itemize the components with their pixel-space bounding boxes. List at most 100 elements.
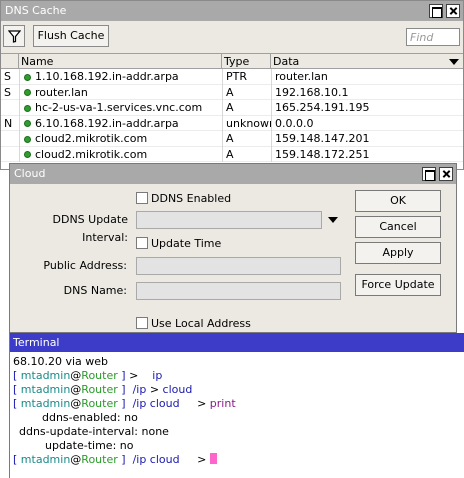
dns-cache-window: DNS Cache Flush Cache Name Type Data S xyxy=(0,0,464,170)
ddns-enabled-row[interactable]: DDNS Enabled xyxy=(136,191,231,206)
prompt-bracket: [ xyxy=(13,369,18,382)
filter-button[interactable] xyxy=(3,25,25,47)
row-data: 165.254.191.195 xyxy=(271,100,461,116)
status-dot-icon xyxy=(24,89,31,96)
close-icon[interactable] xyxy=(446,4,460,18)
prompt-host: Router xyxy=(81,383,118,396)
prompt-host: Router xyxy=(81,369,118,382)
ddns-update-interval-select[interactable] xyxy=(136,211,322,229)
prompt-user: mtadmin xyxy=(20,369,71,382)
terminal-line: [ mtadmin@Router ] /ip cloud > xyxy=(13,453,464,467)
status-dot-icon xyxy=(24,135,31,143)
row-data: 159.148.147.201 xyxy=(271,131,461,147)
column-header-type[interactable]: Type xyxy=(222,54,271,69)
status-dot-icon xyxy=(24,104,31,112)
prompt-gt: > xyxy=(149,383,160,396)
prompt-at: @ xyxy=(70,383,82,396)
prompt-at: @ xyxy=(70,369,82,382)
prompt-user: mtadmin xyxy=(20,453,71,466)
row-name-text: cloud2.mikrotik.com xyxy=(35,147,148,161)
cancel-button[interactable]: Cancel xyxy=(355,216,441,238)
apply-button[interactable]: Apply xyxy=(355,242,441,264)
terminal-line: 68.10.20 via web xyxy=(13,355,464,369)
prompt-user: mtadmin xyxy=(20,397,71,410)
column-header-flag[interactable] xyxy=(1,54,19,69)
update-time-checkbox[interactable] xyxy=(136,237,148,249)
use-local-address-checkbox[interactable] xyxy=(136,317,148,329)
flush-cache-button[interactable]: Flush Cache xyxy=(33,25,109,47)
table-row[interactable]: cloud2.mikrotik.com A 159.148.172.251 xyxy=(1,146,463,162)
row-name: router.lan xyxy=(19,84,221,100)
ddns-enabled-checkbox[interactable] xyxy=(136,192,148,204)
prompt-bracket: [ xyxy=(13,453,18,466)
terminal-output[interactable]: 68.10.20 via web [ mtadmin@Router ] > ip… xyxy=(13,355,464,467)
prompt-path: /ip cloud xyxy=(132,397,180,410)
row-type: unknown xyxy=(222,115,271,131)
dns-name-label: DNS Name: xyxy=(63,284,127,297)
dns-cache-titlebar[interactable]: DNS Cache xyxy=(1,1,463,21)
table-row[interactable]: N 6.10.168.192.in-addr.arpa unknown 0.0.… xyxy=(1,115,463,131)
force-update-button[interactable]: Force Update xyxy=(355,274,441,296)
row-type: A xyxy=(222,131,271,147)
column-header-data[interactable]: Data xyxy=(271,54,463,69)
terminal-text: ddns-update-interval: none xyxy=(19,425,169,438)
prompt-gt: > xyxy=(129,369,139,382)
public-address-label: Public Address: xyxy=(43,259,127,272)
column-header-name[interactable]: Name xyxy=(19,54,222,69)
public-address-field xyxy=(136,257,341,275)
row-data: router.lan xyxy=(271,69,461,85)
prompt-bracket: ] xyxy=(121,369,126,382)
cloud-title: Cloud xyxy=(14,167,46,180)
row-type: A xyxy=(222,84,271,100)
table-row[interactable]: S 1.10.168.192.in-addr.arpa PTR router.l… xyxy=(1,69,463,85)
row-name: hc-2-us-va-1.services.vnc.com xyxy=(19,100,221,116)
table-header: Name Type Data xyxy=(1,54,463,69)
table-row[interactable]: hc-2-us-va-1.services.vnc.com A 165.254.… xyxy=(1,100,463,116)
prompt-bracket: ] xyxy=(121,453,126,466)
update-time-label: Update Time xyxy=(151,237,222,250)
terminal-line: ddns-update-interval: none xyxy=(13,425,464,439)
row-name-text: 6.10.168.192.in-addr.arpa xyxy=(35,116,179,130)
terminal-line: [ mtadmin@Router ] /ip > cloud xyxy=(13,383,464,397)
prompt-at: @ xyxy=(70,453,82,466)
prompt-bracket: [ xyxy=(13,397,18,410)
terminal-command: cloud xyxy=(162,383,193,396)
terminal-line: ddns-enabled: no xyxy=(13,411,464,425)
prompt-path: /ip xyxy=(132,383,147,396)
row-data: 192.168.10.1 xyxy=(271,84,461,100)
use-local-address-row[interactable]: Use Local Address xyxy=(136,316,251,331)
table-row[interactable]: cloud2.mikrotik.com A 159.148.147.201 xyxy=(1,131,463,147)
filter-icon xyxy=(8,30,21,43)
terminal-titlebar[interactable]: Terminal xyxy=(10,333,464,352)
terminal-command: print xyxy=(209,397,236,410)
terminal-cursor[interactable] xyxy=(209,453,217,464)
row-type: A xyxy=(222,146,271,162)
row-flag: S xyxy=(4,85,11,99)
prompt-gt: > xyxy=(197,453,207,466)
row-name-text: hc-2-us-va-1.services.vnc.com xyxy=(35,101,203,114)
row-flag: N xyxy=(4,116,13,130)
row-name-text: 1.10.168.192.in-addr.arpa xyxy=(35,70,179,83)
terminal-line: update-time: no xyxy=(13,439,464,453)
table-row[interactable]: S router.lan A 192.168.10.1 xyxy=(1,84,463,100)
cloud-titlebar[interactable]: Cloud xyxy=(10,164,456,184)
terminal-text: update-time: no xyxy=(45,439,134,452)
terminal-text: ddns-enabled: no xyxy=(42,411,138,424)
column-menu-arrow-icon[interactable] xyxy=(449,59,459,65)
find-input[interactable] xyxy=(406,28,460,46)
ok-button[interactable]: OK xyxy=(355,190,441,212)
dns-cache-table: Name Type Data S 1.10.168.192.in-addr.ar… xyxy=(1,53,463,169)
row-name: 1.10.168.192.in-addr.arpa xyxy=(19,69,221,85)
dropdown-arrow-icon[interactable] xyxy=(328,217,338,223)
terminal-window[interactable]: Terminal 68.10.20 via web [ mtadmin@Rout… xyxy=(9,333,464,478)
dns-cache-title: DNS Cache xyxy=(5,4,67,17)
restore-icon[interactable] xyxy=(429,4,443,18)
row-data: 0.0.0.0 xyxy=(271,115,461,131)
restore-icon[interactable] xyxy=(422,167,436,181)
dns-cache-toolbar: Flush Cache xyxy=(1,23,463,51)
terminal-line: [ mtadmin@Router ] /ip cloud > print xyxy=(13,397,464,411)
close-icon[interactable] xyxy=(439,167,453,181)
row-flag: S xyxy=(4,70,11,83)
row-data: 159.148.172.251 xyxy=(271,146,461,162)
update-time-row[interactable]: Update Time xyxy=(136,236,221,251)
